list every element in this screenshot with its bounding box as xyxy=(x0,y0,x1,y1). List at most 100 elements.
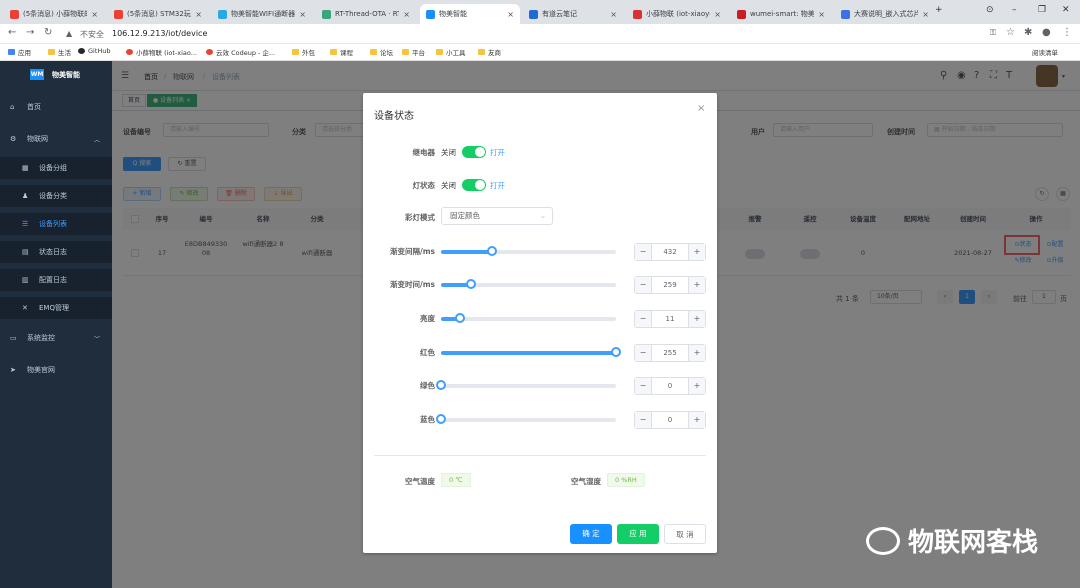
tab-close-icon[interactable]: × xyxy=(818,10,825,19)
relay-switch[interactable] xyxy=(462,146,486,158)
decrement-button[interactable]: − xyxy=(635,277,652,293)
extensions-icon[interactable]: ✱ xyxy=(1024,27,1032,38)
browser-tab[interactable]: (5条消息) STM32玩转物联网× xyxy=(108,4,208,24)
stepper-value[interactable]: 11 xyxy=(652,311,688,327)
browser-tab[interactable]: RT-Thread-OTA · RT× xyxy=(316,4,416,24)
stepper-value[interactable]: 432 xyxy=(652,244,688,260)
forward-icon[interactable]: → xyxy=(26,27,34,38)
account-icon[interactable]: ● xyxy=(1042,27,1051,38)
slider-thumb[interactable] xyxy=(455,313,465,323)
maximize-button[interactable]: ❐ xyxy=(1038,5,1046,15)
warning-icon[interactable]: ▲ xyxy=(66,29,72,38)
slider-thumb[interactable] xyxy=(611,347,621,357)
tab-close-icon[interactable]: × xyxy=(507,10,514,19)
menu-item-monitor[interactable]: ▭系统监控﹀ xyxy=(0,327,112,349)
increment-button[interactable]: + xyxy=(688,277,705,293)
url-input[interactable]: 106.12.9.213/iot/device xyxy=(112,29,207,38)
close-icon[interactable]: × xyxy=(697,103,705,114)
tab-close-icon[interactable]: × xyxy=(610,10,617,19)
menu-item-device-category[interactable]: ♟设备分类 xyxy=(0,185,112,207)
star-icon[interactable]: ☆ xyxy=(1006,27,1015,38)
tab-title: 物美智能 xyxy=(439,9,503,19)
close-window-button[interactable]: ✕ xyxy=(1062,5,1070,15)
slider-track[interactable] xyxy=(441,283,616,287)
menu-item-iot[interactable]: ⚙物联网︿ xyxy=(0,128,112,150)
bookmark-item[interactable]: 友商 xyxy=(478,47,501,57)
bookmark-item[interactable]: GitHub xyxy=(78,47,111,55)
stepper-value[interactable]: 259 xyxy=(652,277,688,293)
menu-item-site[interactable]: ➤物美官网 xyxy=(0,359,112,381)
bookmark-item[interactable]: 平台 xyxy=(402,47,425,57)
stepper-value[interactable]: 0 xyxy=(652,412,688,428)
bookmark-label: 小工具 xyxy=(446,47,466,57)
light-off-label: 关闭 xyxy=(441,180,456,191)
menu-item-config-log[interactable]: ▥配置日志 xyxy=(0,269,112,291)
decrement-button[interactable]: − xyxy=(635,412,652,428)
minimize-button[interactable]: – xyxy=(1012,5,1017,15)
tab-close-icon[interactable]: × xyxy=(403,10,410,19)
light-switch[interactable] xyxy=(462,179,486,191)
browser-tab[interactable]: 有道云笔记× xyxy=(523,4,623,24)
slider-track[interactable] xyxy=(441,384,616,388)
profile-icon[interactable]: ⊙ xyxy=(986,5,994,15)
mode-select[interactable]: 固定颜色 ⌄ xyxy=(441,207,553,225)
reading-list[interactable]: 阅读清单 xyxy=(1032,47,1058,57)
bookmark-item[interactable]: 生活 xyxy=(48,47,71,57)
back-icon[interactable]: ← xyxy=(8,27,16,38)
increment-button[interactable]: + xyxy=(688,378,705,394)
logo-text: 物美智能 xyxy=(52,70,80,80)
menu-item-emq[interactable]: ✕EMQ管理 xyxy=(0,297,112,319)
decrement-button[interactable]: − xyxy=(635,345,652,361)
increment-button[interactable]: + xyxy=(688,345,705,361)
menu-item-device-group[interactable]: ▦设备分组 xyxy=(0,157,112,179)
key-icon[interactable]: ⚿ xyxy=(990,28,996,38)
slider-thumb[interactable] xyxy=(487,246,497,256)
decrement-button[interactable]: − xyxy=(635,244,652,260)
slider-track[interactable] xyxy=(441,317,616,321)
menu-item-device-list[interactable]: ☰设备列表 xyxy=(0,213,112,235)
bookmark-label: 生活 xyxy=(58,47,71,57)
increment-button[interactable]: + xyxy=(688,311,705,327)
browser-tab[interactable]: (5条消息) 小薛物联的博客× xyxy=(4,4,104,24)
slider-track[interactable] xyxy=(441,250,616,254)
slider-track[interactable] xyxy=(441,418,616,422)
bookmark-item[interactable]: 小工具 xyxy=(436,47,466,57)
tab-close-icon[interactable]: × xyxy=(195,10,202,19)
increment-button[interactable]: + xyxy=(688,412,705,428)
bookmark-item[interactable]: 外包 xyxy=(292,47,315,57)
increment-button[interactable]: + xyxy=(688,244,705,260)
browser-tab[interactable]: 物美智能WIFI通断器开源× xyxy=(212,4,312,24)
bookmark-item[interactable]: 课程 xyxy=(330,47,353,57)
tab-close-icon[interactable]: × xyxy=(91,10,98,19)
bookmark-item[interactable]: 应用 xyxy=(8,47,31,57)
cancel-button[interactable]: 取 消 xyxy=(664,524,706,544)
menu-icon[interactable]: ⋮ xyxy=(1062,27,1072,38)
tab-close-icon[interactable]: × xyxy=(299,10,306,19)
tab-close-icon[interactable]: × xyxy=(922,10,929,19)
bookmark-item[interactable]: 小薛物联 (iot-xiao... xyxy=(126,47,197,57)
browser-tab[interactable]: 大赛说明_嵌入式芯片× xyxy=(835,4,935,24)
slider-thumb[interactable] xyxy=(466,279,476,289)
menu-item-home[interactable]: ⌂首页 xyxy=(0,96,112,118)
apply-button[interactable]: 应 用 xyxy=(617,524,659,544)
bookmark-item[interactable]: 论坛 xyxy=(370,47,393,57)
slider-thumb[interactable] xyxy=(436,414,446,424)
app-logo[interactable]: WM物美智能 xyxy=(30,69,80,80)
grid-icon: ▦ xyxy=(22,164,29,172)
new-tab-button[interactable]: + xyxy=(935,5,943,15)
decrement-button[interactable]: − xyxy=(635,311,652,327)
tab-close-icon[interactable]: × xyxy=(714,10,721,19)
ok-button[interactable]: 确 定 xyxy=(570,524,612,544)
wechat-icon xyxy=(866,527,900,555)
reload-icon[interactable]: ↻ xyxy=(44,27,52,38)
slider-track[interactable] xyxy=(441,351,616,355)
slider-thumb[interactable] xyxy=(436,380,446,390)
decrement-button[interactable]: − xyxy=(635,378,652,394)
browser-tab[interactable]: 物美智能 × xyxy=(420,4,520,24)
browser-tab[interactable]: wumei-smart: 物美智能× xyxy=(731,4,831,24)
menu-item-status-log[interactable]: ▤状态日志 xyxy=(0,241,112,263)
bookmark-item[interactable]: 云效 Codeup - 企... xyxy=(206,47,275,57)
stepper-value[interactable]: 255 xyxy=(652,345,688,361)
browser-tab[interactable]: 小薛物联 (iot-xiaoyue)× xyxy=(627,4,727,24)
stepper-value[interactable]: 0 xyxy=(652,378,688,394)
